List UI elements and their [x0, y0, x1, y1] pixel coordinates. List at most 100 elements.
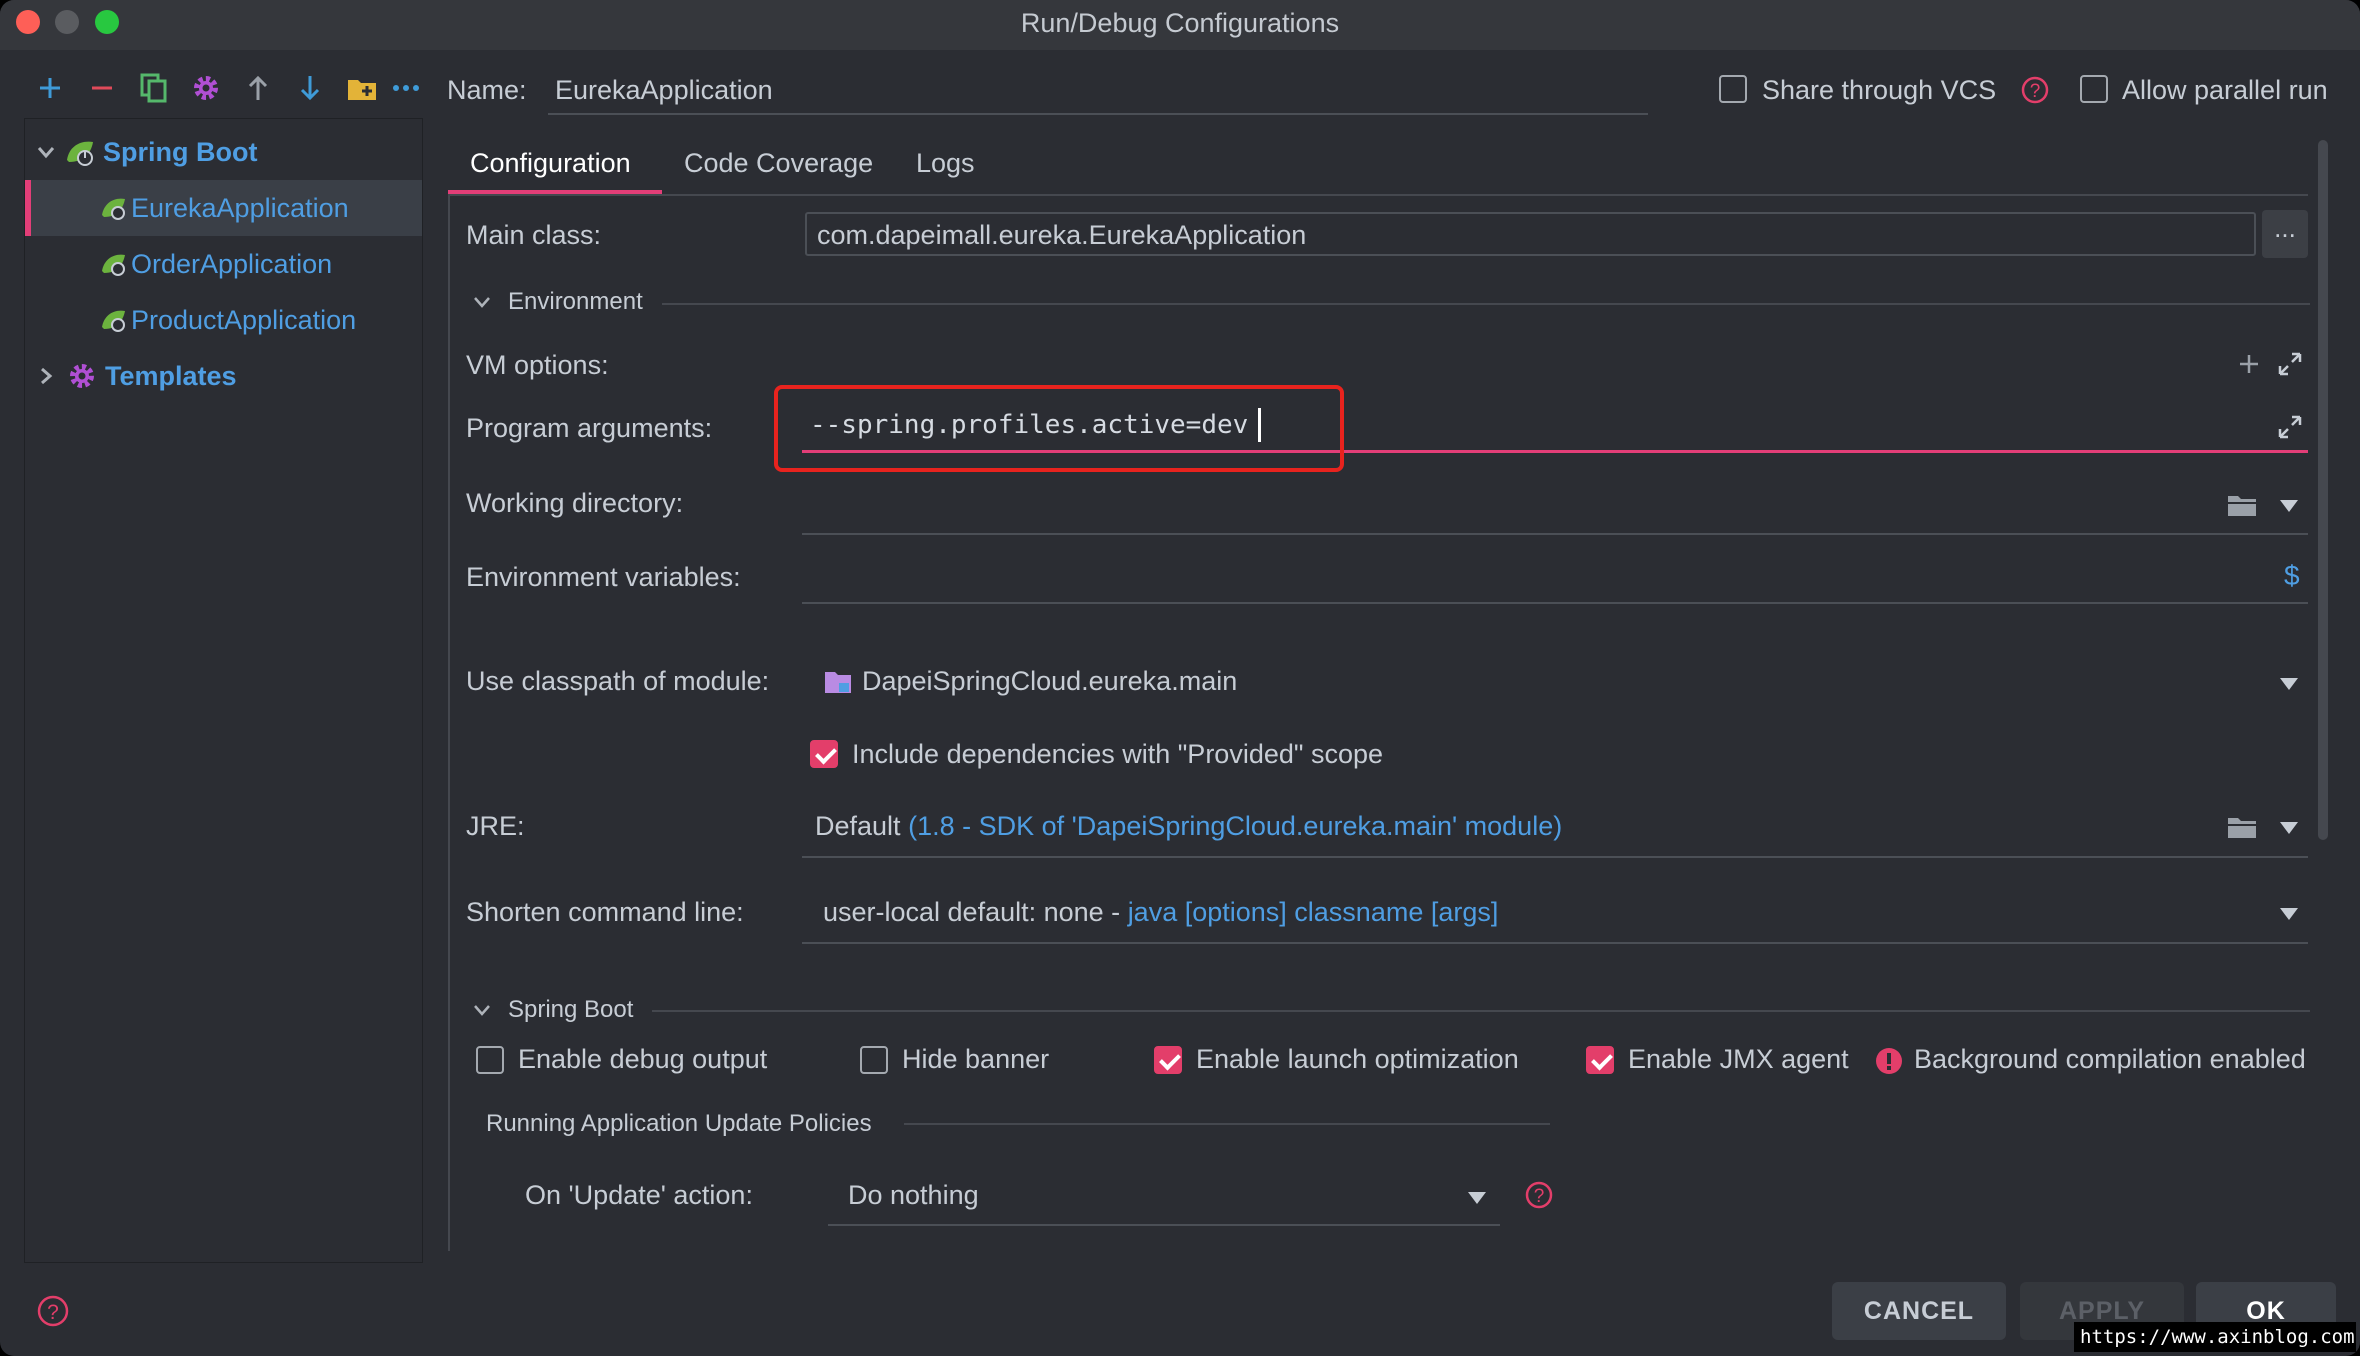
browse-main-class-button[interactable]: ...	[2262, 210, 2308, 258]
spring-boot-icon	[102, 310, 125, 332]
tree-item-label: ProductApplication	[131, 304, 357, 335]
tree-group-templates[interactable]: Templates	[25, 348, 422, 404]
share-vcs-label: Share through VCS	[1762, 75, 1997, 105]
jre-underline	[802, 856, 2308, 858]
folder-icon[interactable]	[2226, 492, 2258, 518]
vm-options-field[interactable]	[805, 345, 2225, 385]
enable-jmx-agent-checkbox[interactable]	[1586, 1046, 1614, 1074]
tab-code-coverage[interactable]: Code Coverage	[684, 148, 873, 179]
include-dependencies-label: Include dependencies with "Provided" sco…	[852, 739, 1384, 769]
tree-group-label: Templates	[105, 360, 237, 391]
enable-debug-output-label: Enable debug output	[518, 1044, 768, 1074]
enable-launch-optimization-label: Enable launch optimization	[1196, 1044, 1519, 1074]
environment-variables-label: Environment variables:	[466, 562, 741, 592]
working-directory-label: Working directory:	[466, 488, 684, 518]
tab-configuration[interactable]: Configuration	[448, 140, 662, 196]
classpath-label: Use classpath of module:	[466, 666, 770, 696]
working-directory-underline	[802, 533, 2308, 535]
tree-item-order[interactable]: OrderApplication	[25, 236, 422, 292]
environment-variables-field[interactable]	[805, 555, 2225, 600]
module-folder-icon	[825, 672, 851, 693]
classpath-select[interactable]: DapeiSpringCloud.eureka.main	[805, 655, 2308, 711]
share-vcs-checkbox[interactable]	[1719, 75, 1747, 103]
tree-group-spring-boot[interactable]: Spring Boot	[25, 124, 422, 180]
add-icon[interactable]	[30, 68, 70, 108]
add-icon[interactable]	[2236, 351, 2262, 377]
background-compilation-label: Background compilation enabled	[1914, 1044, 2306, 1074]
configuration-tree: Spring Boot EurekaApplication OrderAppli…	[24, 118, 423, 1263]
environment-section-title[interactable]: Environment	[508, 288, 643, 316]
enable-jmx-agent-label: Enable JMX agent	[1628, 1044, 1849, 1074]
move-up-icon[interactable]	[238, 68, 278, 108]
dropdown-arrow-icon[interactable]	[2280, 500, 2298, 512]
main-class-label: Main class:	[466, 220, 602, 250]
tree-item-eureka[interactable]: EurekaApplication	[25, 180, 422, 236]
expand-icon[interactable]	[2276, 350, 2304, 378]
help-icon[interactable]: ?	[1524, 1180, 1554, 1210]
chevron-right-icon[interactable]	[35, 365, 57, 387]
jre-detail: (1.8 - SDK of 'DapeiSpringCloud.eureka.m…	[908, 811, 1563, 841]
gear-icon	[70, 364, 94, 388]
cancel-button[interactable]: CANCEL	[1832, 1282, 2006, 1340]
window-title: Run/Debug Configurations	[1020, 8, 1340, 38]
enable-launch-optimization-checkbox[interactable]	[1154, 1046, 1182, 1074]
shorten-value: user-local default: none - java [options…	[823, 897, 1499, 927]
remove-icon[interactable]	[82, 68, 122, 108]
dollar-icon[interactable]: $	[2284, 560, 2300, 592]
include-dependencies-checkbox[interactable]	[810, 740, 838, 768]
title-bar: Run/Debug Configurations	[0, 0, 2360, 50]
chevron-down-icon[interactable]	[35, 141, 57, 163]
tree-item-product[interactable]: ProductApplication	[25, 292, 422, 348]
expand-icon[interactable]	[2276, 413, 2304, 441]
dropdown-arrow-icon[interactable]	[1468, 1192, 1486, 1204]
folder-icon[interactable]	[2226, 814, 2258, 840]
vertical-scrollbar[interactable]	[2318, 140, 2328, 840]
update-policies-separator	[904, 1123, 1550, 1125]
dropdown-arrow-icon[interactable]	[2280, 678, 2298, 690]
warning-icon	[1876, 1048, 1902, 1074]
on-update-value: Do nothing	[848, 1180, 979, 1210]
shorten-command-line-select[interactable]: user-local default: none - java [options…	[805, 886, 2308, 942]
tab-logs[interactable]: Logs	[916, 148, 975, 179]
name-label: Name:	[447, 75, 527, 105]
help-icon[interactable]: ?	[2020, 75, 2050, 105]
spring-boot-separator	[652, 1010, 2310, 1012]
parallel-run-checkbox[interactable]	[2080, 75, 2108, 103]
name-input[interactable]: EurekaApplication	[555, 75, 773, 106]
vm-options-label: VM options:	[466, 350, 609, 380]
enable-debug-output-checkbox[interactable]	[476, 1046, 504, 1074]
move-down-icon[interactable]	[290, 68, 330, 108]
hide-banner-label: Hide banner	[902, 1044, 1050, 1074]
tree-group-label: Spring Boot	[103, 136, 258, 167]
main-class-field[interactable]: com.dapeimall.eureka.EurekaApplication	[805, 212, 2256, 256]
help-icon[interactable]: ?	[36, 1294, 70, 1328]
jre-label: JRE:	[466, 811, 525, 841]
spring-boot-section-title[interactable]: Spring Boot	[508, 996, 633, 1024]
spring-boot-icon	[102, 254, 125, 276]
chevron-down-icon[interactable]	[472, 292, 492, 312]
spring-boot-icon	[102, 198, 125, 220]
highlight-box	[774, 385, 1344, 472]
settings-icon[interactable]	[186, 68, 226, 108]
working-directory-field[interactable]	[805, 480, 2225, 528]
tree-item-label: OrderApplication	[131, 248, 333, 279]
dropdown-arrow-icon[interactable]	[2280, 822, 2298, 834]
chevron-down-icon[interactable]	[472, 1000, 492, 1020]
on-update-label: On 'Update' action:	[525, 1180, 753, 1210]
on-update-select[interactable]: Do nothing	[828, 1168, 1500, 1226]
jre-select[interactable]: Default (1.8 - SDK of 'DapeiSpringCloud.…	[805, 800, 2308, 856]
tab-label: Configuration	[470, 148, 631, 178]
watermark: https://www.axinblog.com	[2074, 1322, 2356, 1352]
shorten-detail: java [options] classname [args]	[1127, 897, 1499, 927]
copy-icon[interactable]	[133, 68, 173, 108]
program-arguments-label: Program arguments:	[466, 413, 713, 443]
dropdown-arrow-icon[interactable]	[2280, 908, 2298, 920]
hide-banner-checkbox[interactable]	[860, 1046, 888, 1074]
classpath-value: DapeiSpringCloud.eureka.main	[862, 666, 1238, 696]
parallel-run-label: Allow parallel run	[2122, 75, 2328, 105]
run-debug-dialog: Run/Debug Configurations Spring Boot Eur…	[0, 0, 2360, 1356]
more-icon[interactable]	[386, 68, 426, 108]
jre-value: Default (1.8 - SDK of 'DapeiSpringCloud.…	[815, 811, 1563, 841]
new-folder-icon[interactable]	[342, 68, 382, 108]
shorten-command-line-label: Shorten command line:	[466, 897, 744, 927]
